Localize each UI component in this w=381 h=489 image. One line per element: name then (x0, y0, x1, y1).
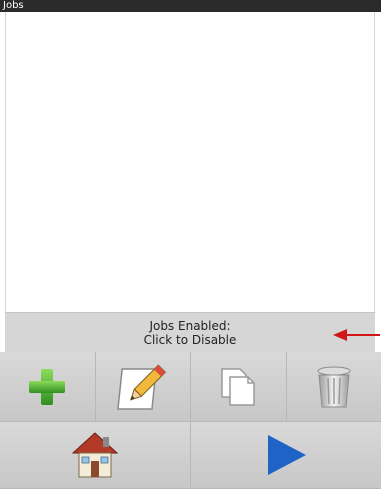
plus-icon (29, 368, 66, 405)
play-button[interactable] (191, 422, 381, 489)
jobs-window: Jobs Jobs Enabled: Click to Disable (0, 0, 381, 489)
edit-job-button[interactable] (95, 352, 191, 422)
home-icon (71, 432, 119, 478)
play-icon (268, 435, 306, 475)
copy-icon (221, 367, 255, 406)
add-job-button[interactable] (0, 352, 96, 422)
home-button[interactable] (0, 422, 191, 489)
status-line-1: Jobs Enabled: (149, 319, 231, 333)
trash-icon (317, 366, 351, 407)
window-title: Jobs (0, 0, 381, 12)
copy-job-button[interactable] (191, 352, 287, 422)
delete-job-button[interactable] (286, 352, 381, 422)
status-line-2: Click to Disable (143, 333, 237, 347)
jobs-enable-toggle[interactable]: Jobs Enabled: Click to Disable (5, 312, 375, 352)
red-arrow-icon (333, 329, 380, 341)
pencil-icon (116, 363, 166, 410)
toolbar-row-2 (0, 422, 381, 489)
jobs-list[interactable] (5, 12, 375, 312)
toolbar-row-1 (0, 352, 381, 422)
